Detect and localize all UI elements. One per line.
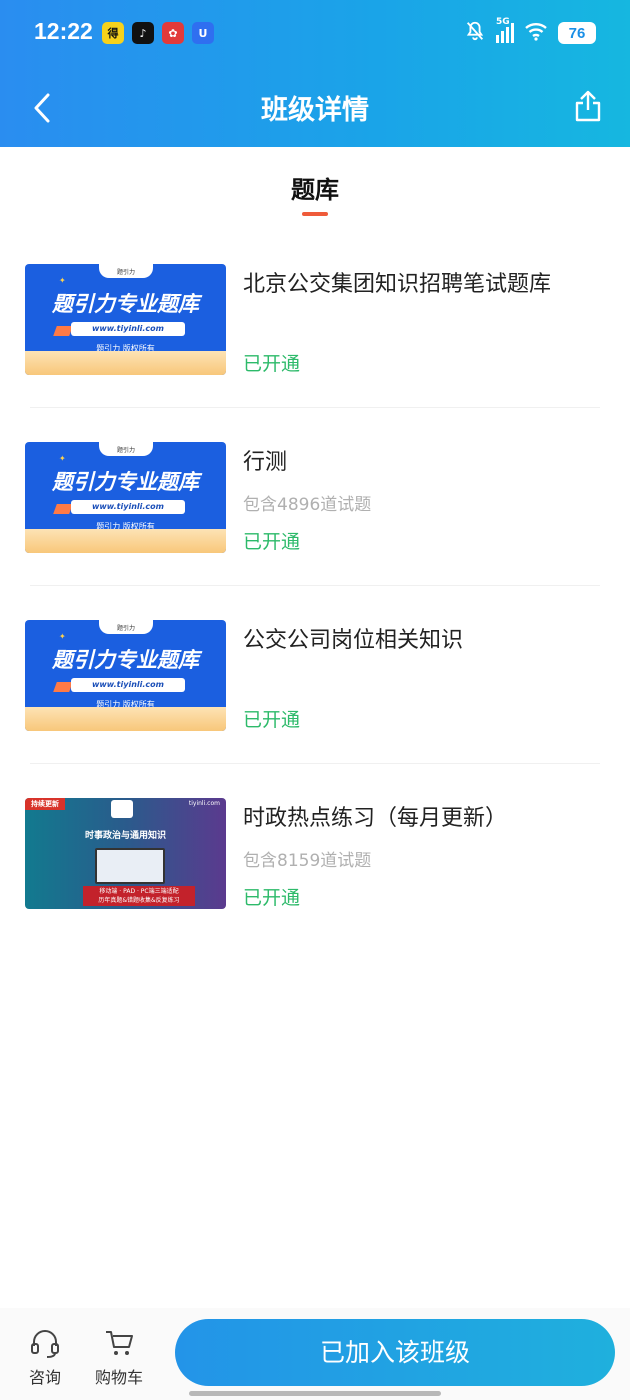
thumbnail-logo: 题引力 [99,442,153,456]
share-button[interactable] [568,86,608,126]
thumbnail-feature-line: 移动端 · PAD · PC端三端适配 [99,888,179,895]
list-item[interactable]: 题引力 ✦ 题引力专业题库 www.tiyinli.com 题引力 版权所有 行测 包含48… [0,408,630,586]
share-icon [575,90,601,122]
section-active-indicator [302,212,328,216]
thumbnail-band [25,351,226,375]
thumbnail-url: www.tiyinli.com [71,500,185,514]
thumbnail-logo: 题引力 [99,620,153,634]
item-title: 北京公交集团知识招聘笔试题库 [243,272,552,297]
device-screen-illustration [95,848,165,884]
list-item[interactable]: 题引力 ✦ 题引力专业题库 www.tiyinli.com 题引力 版权所有 公交公司岗位… [0,586,630,764]
item-question-count: 包含8159道试题 [243,851,372,871]
item-status: 已开通 [243,353,301,375]
notification-app-icons: 得 ♪ ✿ U [102,22,214,44]
app-icon-red: ✿ [162,22,184,44]
course-thumbnail: 题引力 ✦ 题引力专业题库 www.tiyinli.com 题引力 版权所有 [25,264,226,375]
nav-bar: 班级详情 [0,70,630,147]
thumbnail-headline: 题引力专业题库 [52,470,199,494]
thumbnail-feature-line: 历年真题&错题收集&反复练习 [98,897,180,904]
item-status: 已开通 [243,531,301,553]
item-title: 时政热点练习（每月更新） [243,806,508,831]
item-title: 行测 [243,450,288,475]
thumbnail-band [25,707,226,731]
app-icon-blue: U [192,22,214,44]
consult-label: 咨询 [28,1368,61,1387]
thumbnail-features: 移动端 · PAD · PC端三端适配 历年真题&错题收集&反复练习 [83,886,195,906]
network-type: 5G [496,17,510,27]
thumbnail-logo [111,800,133,818]
app-header: 12:22 得 ♪ ✿ U 5G 76 班级详情 [0,0,630,147]
cart-button[interactable]: 购物车 [89,1328,149,1388]
course-thumbnail: 题引力 ✦ 题引力专业题库 www.tiyinli.com 题引力 版权所有 [25,620,226,731]
joined-class-button[interactable]: 已加入该班级 [175,1319,615,1386]
thumbnail-logo: 题引力 [99,264,153,278]
status-bar: 12:22 得 ♪ ✿ U 5G 76 [0,0,630,68]
list-item[interactable]: 题引力 ✦ 题引力专业题库 www.tiyinli.com 题引力 版权所有 北京公交集团… [0,230,630,408]
star-icon: ✦ [59,454,66,463]
list-item[interactable]: 持续更新 tiyinli.com 时事政治与通用知识移动端 · PAD · PC端三… [0,764,630,942]
star-icon: ✦ [59,276,66,285]
question-bank-list: 题引力 ✦ 题引力专业题库 www.tiyinli.com 题引力 版权所有 北京公交集团… [0,230,630,942]
course-thumbnail: 持续更新 tiyinli.com 时事政治与通用知识移动端 · PAD · PC端三… [25,798,226,909]
mute-bell-icon [464,20,486,46]
thumbnail-url: www.tiyinli.com [71,322,185,336]
wifi-icon [524,21,548,45]
thumbnail-headline: 时事政治与通用知识 [84,831,166,841]
book-icon [53,504,73,514]
course-thumbnail: 题引力 ✦ 题引力专业题库 www.tiyinli.com 题引力 版权所有 [25,442,226,553]
section-title[interactable]: 题库 [0,170,630,205]
item-question-count: 包含4896道试题 [243,495,372,515]
star-icon: ✦ [59,632,66,641]
thumbnail-band [25,529,226,553]
shopping-cart-icon [106,1331,133,1355]
home-indicator[interactable] [189,1391,441,1396]
item-status: 已开通 [243,709,301,731]
thumbnail-site: tiyinli.com [188,800,220,807]
consult-button[interactable]: 咨询 [15,1328,75,1388]
page-title: 班级详情 [261,95,369,126]
signal-icon: 5G [496,17,514,43]
headset-icon [31,1330,59,1358]
item-title: 公交公司岗位相关知识 [243,628,464,653]
status-time: 12:22 [34,18,93,44]
battery-indicator: 76 [558,22,596,44]
status-indicators: 5G 76 [464,17,596,46]
thumbnail-url: www.tiyinli.com [71,678,185,692]
book-icon [53,682,73,692]
thumbnail-headline: 题引力专业题库 [52,648,199,672]
cart-label: 购物车 [94,1368,143,1387]
book-icon [53,326,73,336]
item-status: 已开通 [243,887,301,909]
thumbnail-tag: 持续更新 [25,798,65,810]
thumbnail-headline: 题引力专业题库 [52,292,199,316]
app-icon-yellow: 得 [102,22,124,44]
app-icon-tiktok: ♪ [132,22,154,44]
